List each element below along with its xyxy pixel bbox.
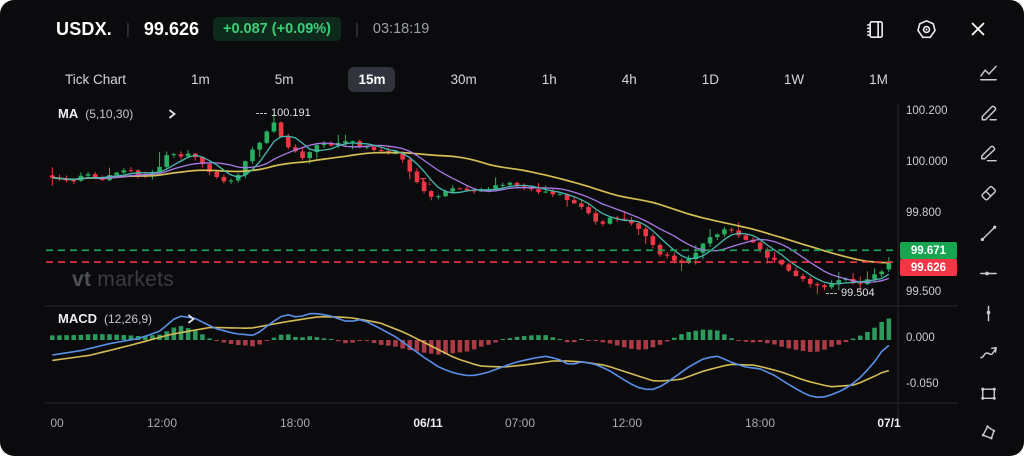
- ma-label: MA: [58, 106, 78, 121]
- header-separator: |: [355, 21, 359, 38]
- high-tick-dash: [256, 113, 267, 114]
- trend-line-icon[interactable]: [977, 222, 1000, 245]
- time-axis-label: 12:00: [147, 416, 177, 430]
- tab-tick-chart[interactable]: Tick Chart: [55, 67, 136, 92]
- price-axis-label: 100.000: [906, 156, 948, 168]
- tab-1d[interactable]: 1D: [692, 67, 729, 92]
- indicator-chart-icon[interactable]: [977, 62, 1000, 85]
- trade-marker-arrow: ↓: [427, 177, 432, 188]
- session-clock: 03:18:19: [373, 21, 429, 37]
- polygon-tool-icon[interactable]: [977, 422, 1000, 445]
- session-low-annotation: 99.504: [826, 287, 875, 299]
- trade-marker[interactable]: T↓: [420, 177, 432, 188]
- session-high-annotation: 100.191: [256, 107, 311, 119]
- journal-icon[interactable]: [862, 17, 886, 41]
- tab-1h[interactable]: 1h: [532, 67, 567, 92]
- settings-icon[interactable]: [914, 17, 938, 41]
- price-axis-label: 99.800: [906, 207, 941, 219]
- tab-4h[interactable]: 4h: [612, 67, 647, 92]
- time-axis-label: 00: [50, 416, 63, 430]
- header-icons: [862, 17, 990, 41]
- ma-indicator-row: MA (5,10,30): [58, 106, 178, 121]
- wave-arrow-icon[interactable]: [977, 342, 1000, 365]
- draw-pencil-icon[interactable]: [977, 102, 1000, 125]
- price-line-badge: 99.626: [900, 259, 957, 276]
- eraser-icon[interactable]: [977, 182, 1000, 205]
- symbol-title: USDX.: [56, 19, 112, 40]
- vt-markets-watermark: vtmarkets: [72, 268, 174, 292]
- last-price: 99.626: [144, 19, 199, 40]
- vertical-line-icon[interactable]: [977, 302, 1000, 325]
- time-axis-label: 06/11: [413, 416, 442, 430]
- price-line-badge: 99.671: [900, 242, 957, 259]
- time-axis-label: 18:00: [745, 416, 775, 430]
- macd-params: (12,26,9): [104, 312, 152, 326]
- time-axis-label: 18:00: [280, 416, 310, 430]
- close-icon[interactable]: [966, 17, 990, 41]
- tab-1m[interactable]: 1M: [859, 67, 898, 92]
- timeframe-tabs: Tick Chart 1m 5m 15m 30m 1h 4h 1D 1W 1M: [55, 58, 898, 100]
- horizontal-ray-icon[interactable]: [977, 262, 1000, 285]
- time-axis-label: 07/1: [877, 416, 900, 430]
- trading-app-window: USDX. | 99.626 +0.087 (+0.09%) | 03:18:1…: [0, 0, 1024, 456]
- drawing-toolbar: [966, 62, 1010, 445]
- macd-label: MACD: [58, 311, 97, 326]
- price-axis-label: 99.500: [906, 286, 941, 298]
- ma-expand-chevron-icon[interactable]: [166, 108, 178, 120]
- macd-indicator-row: MACD (12,26,9): [58, 311, 197, 326]
- low-tick-dash: [826, 293, 837, 294]
- macd-expand-chevron-icon[interactable]: [185, 313, 197, 325]
- ma-params: (5,10,30): [85, 107, 133, 121]
- header-separator: |: [126, 21, 130, 38]
- time-axis-label: 07:00: [505, 416, 535, 430]
- price-axis-label: 100.200: [906, 105, 948, 117]
- macd-axis-label: 0.000: [906, 332, 935, 344]
- tab-1m[interactable]: 1m: [181, 67, 220, 92]
- tab-30m[interactable]: 30m: [440, 67, 486, 92]
- tab-5m[interactable]: 5m: [265, 67, 304, 92]
- header-bar: USDX. | 99.626 +0.087 (+0.09%) | 03:18:1…: [0, 0, 1024, 58]
- time-axis-label: 12:00: [612, 416, 642, 430]
- macd-axis-label: -0.050: [906, 378, 939, 390]
- tab-15m[interactable]: 15m: [348, 67, 395, 92]
- change-badge: +0.087 (+0.09%): [213, 17, 341, 41]
- edit-pencil-icon[interactable]: [977, 142, 1000, 165]
- rectangle-tool-icon[interactable]: [977, 382, 1000, 405]
- tab-1w[interactable]: 1W: [774, 67, 814, 92]
